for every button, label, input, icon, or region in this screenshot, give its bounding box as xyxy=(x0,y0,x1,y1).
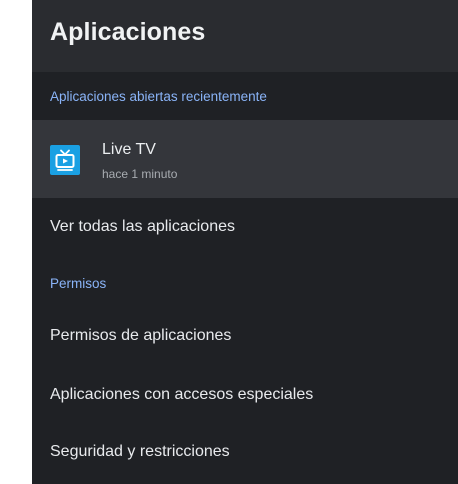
app-last-opened: hace 1 minuto xyxy=(102,167,178,181)
section-header-permissions: Permisos xyxy=(50,276,107,291)
see-all-apps-item[interactable]: Ver todas las aplicaciones xyxy=(32,206,458,250)
security-restrictions-label: Seguridad y restricciones xyxy=(50,443,230,460)
recent-app-live-tv[interactable]: Live TV hace 1 minuto xyxy=(32,120,458,198)
security-restrictions-item[interactable]: Seguridad y restricciones xyxy=(32,431,458,475)
tv-icon xyxy=(50,145,80,175)
app-name: Live TV xyxy=(102,141,156,158)
see-all-apps-label: Ver todas las aplicaciones xyxy=(50,218,235,235)
special-access-label: Aplicaciones con accesos especiales xyxy=(50,386,314,403)
app-permissions-label: Permisos de aplicaciones xyxy=(50,327,232,344)
special-access-item[interactable]: Aplicaciones con accesos especiales xyxy=(32,374,458,418)
page-title: Aplicaciones xyxy=(50,18,206,46)
apps-settings-panel: Aplicaciones Aplicaciones abiertas recie… xyxy=(32,0,458,484)
section-header-recent-apps: Aplicaciones abiertas recientemente xyxy=(50,89,267,104)
app-permissions-item[interactable]: Permisos de aplicaciones xyxy=(32,315,458,359)
header: Aplicaciones xyxy=(32,0,458,72)
